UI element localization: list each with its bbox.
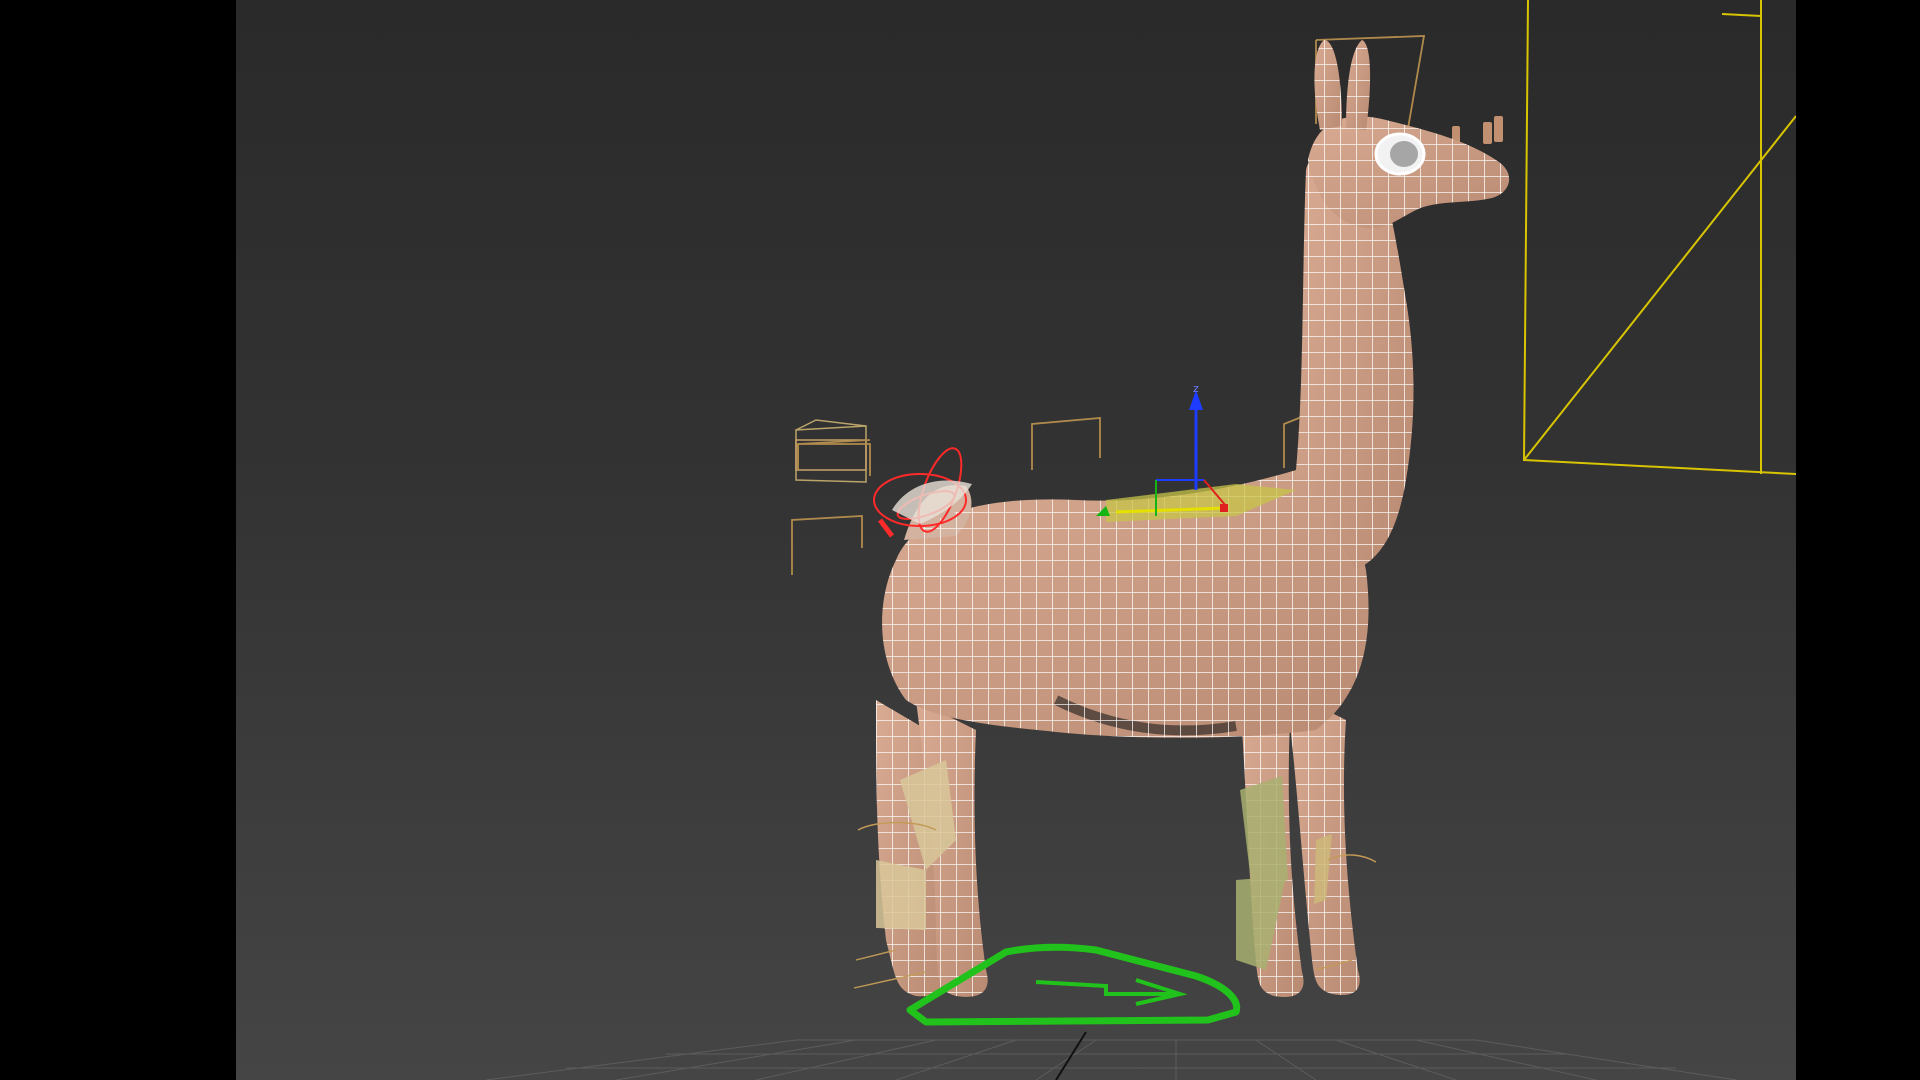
- bone-boxes[interactable]: [556, 419, 867, 483]
- camera-frame[interactable]: [1522, 0, 1796, 475]
- wireframe-overlay: [876, 40, 1510, 997]
- letterbox-right: [1796, 0, 1920, 1080]
- camera-target-markers[interactable]: [1452, 116, 1503, 146]
- letterbox-left: [0, 0, 236, 1080]
- rig-lines-visible[interactable]: [791, 440, 863, 575]
- hip-helper-frame-visible[interactable]: [797, 443, 871, 476]
- perspective-viewport[interactable]: z: [236, 0, 1796, 1080]
- gizmo-z-label: z: [1193, 382, 1199, 395]
- llama-eye: [1374, 132, 1426, 176]
- viewport-scene[interactable]: z: [236, 0, 1796, 1080]
- back-bone-frames[interactable]: [556, 440, 796, 490]
- root-direction-arrow[interactable]: [1035, 978, 1188, 1006]
- home-grid: [485, 1031, 1737, 1080]
